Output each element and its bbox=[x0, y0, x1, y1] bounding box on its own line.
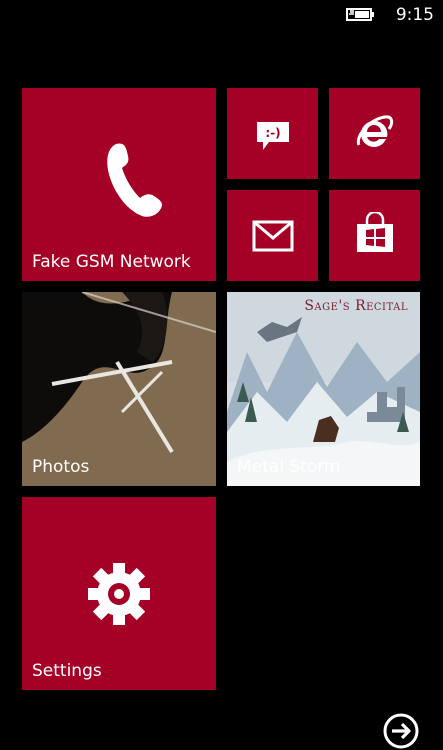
browser-tile[interactable] bbox=[329, 88, 420, 179]
music-tile-label: Metal Storm bbox=[237, 457, 341, 477]
internet-explorer-icon bbox=[356, 115, 394, 147]
settings-tile[interactable]: Settings bbox=[22, 497, 216, 690]
phone-tile[interactable]: Fake GSM Network bbox=[22, 88, 216, 281]
arrow-right-circle-icon[interactable] bbox=[382, 712, 420, 750]
album-art-title: Sage's Recital bbox=[304, 298, 408, 314]
mail-envelope-icon bbox=[252, 220, 294, 252]
photos-tile-label: Photos bbox=[32, 457, 90, 477]
battery-charging-icon bbox=[346, 8, 374, 21]
status-bar: 9:15 bbox=[0, 0, 443, 32]
store-bag-icon bbox=[357, 212, 393, 252]
settings-tile-label: Settings bbox=[32, 661, 102, 681]
messaging-smiley-icon: :-) bbox=[257, 122, 289, 150]
phone-handset-icon bbox=[107, 143, 162, 217]
svg-text::-): :-) bbox=[265, 126, 280, 140]
gear-icon bbox=[88, 563, 150, 625]
clock: 9:15 bbox=[395, 5, 434, 25]
store-tile[interactable] bbox=[329, 190, 420, 281]
music-tile[interactable]: Sage's Recital Metal Storm bbox=[227, 292, 420, 486]
photos-tile[interactable]: Photos bbox=[22, 292, 216, 486]
phone-tile-label: Fake GSM Network bbox=[32, 252, 191, 272]
messaging-tile[interactable]: :-) bbox=[227, 88, 318, 179]
mail-tile[interactable] bbox=[227, 190, 318, 281]
